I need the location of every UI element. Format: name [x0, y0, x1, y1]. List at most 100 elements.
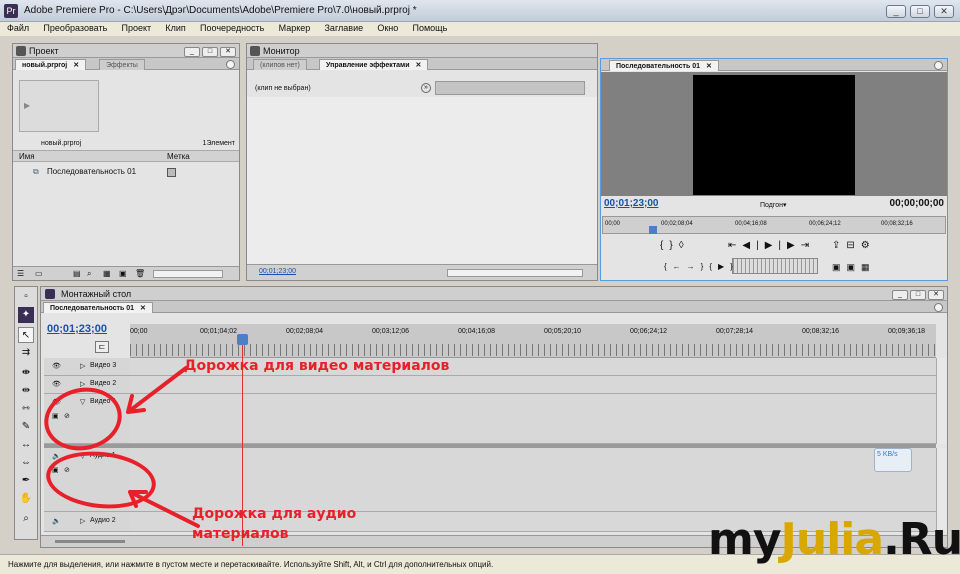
play-icon[interactable]: ▶	[765, 240, 779, 251]
track-header-audio-2[interactable]: 🔈 ▷ Аудио 2	[44, 512, 130, 532]
go-to-in-icon[interactable]: ⇤	[728, 240, 742, 251]
eye-icon[interactable]: 👁	[52, 380, 61, 388]
panel-minimize-button[interactable]: _	[892, 290, 908, 300]
fit-dropdown[interactable]: Подгон▾	[760, 201, 787, 209]
new-item-icon[interactable]: ▣	[119, 269, 127, 278]
close-button[interactable]: ✕	[934, 5, 954, 18]
panel-menu-icon[interactable]: ▫	[18, 289, 34, 305]
ripple-edit-tool-icon[interactable]: ⇼	[18, 365, 34, 381]
tab-effects[interactable]: Эффекты	[99, 59, 145, 70]
jog-shuttle[interactable]	[732, 258, 818, 274]
step-forward-icon[interactable]: |▶	[778, 240, 800, 251]
tab-project[interactable]: новый.prproj ✕	[15, 59, 87, 70]
panel-grip-icon	[16, 46, 26, 56]
col-name[interactable]: Имя	[19, 152, 35, 161]
col-label[interactable]: Метка	[167, 152, 190, 161]
menu-edit[interactable]: Преобразовать	[38, 22, 112, 34]
tab-effect-controls[interactable]: Управление эффектами ✕	[319, 59, 429, 70]
horizontal-scrollbar[interactable]	[447, 269, 583, 277]
mark-out-icon[interactable]: }	[669, 240, 678, 251]
menu-clip[interactable]: Клип	[160, 22, 190, 34]
program-timecode-current[interactable]: 00;01;23;00	[604, 198, 658, 209]
hand-tool-icon[interactable]: ✋	[18, 491, 34, 507]
selection-tool-icon[interactable]: ↖	[18, 327, 34, 343]
panel-close-button[interactable]: ✕	[220, 47, 236, 57]
lift-icon[interactable]: ⇪	[832, 240, 846, 251]
new-bin-icon[interactable]: ▦	[103, 269, 111, 278]
maximize-button[interactable]: □	[910, 5, 930, 18]
eye-icon[interactable]: 👁	[52, 362, 61, 370]
close-icon[interactable]: ✕	[73, 62, 79, 69]
speaker-icon[interactable]: 🔈	[52, 517, 61, 525]
mark-in-icon[interactable]: {	[660, 240, 669, 251]
label-color-swatch[interactable]	[167, 168, 176, 177]
zoom-tool-icon[interactable]: ⌕	[18, 511, 34, 527]
step-back-icon[interactable]: ◀|	[742, 240, 764, 251]
list-view-icon[interactable]: ☰	[17, 269, 24, 278]
menu-sequence[interactable]: Поочередность	[195, 22, 269, 34]
menu-help[interactable]: Помощь	[408, 22, 453, 34]
panel-menu-icon[interactable]	[226, 60, 235, 69]
bin-icon[interactable]: ▤	[73, 269, 81, 278]
go-to-next-edit-icon[interactable]: →}	[687, 262, 710, 271]
menu-file[interactable]: Файл	[2, 22, 34, 34]
mini-timeline[interactable]	[435, 81, 585, 95]
panel-menu-icon[interactable]	[934, 303, 943, 312]
zoom-slider[interactable]	[55, 540, 125, 543]
razor-tool-icon[interactable]: ✎	[18, 419, 34, 435]
icon-view-icon[interactable]: ▭	[35, 269, 43, 278]
tab-sequence-01[interactable]: Последовательность 01 ✕	[609, 60, 719, 71]
close-icon[interactable]: ✕	[706, 63, 712, 70]
trim-icon[interactable]: ▣	[847, 262, 862, 272]
delete-icon[interactable]: 🗑	[135, 269, 145, 278]
slide-tool-icon[interactable]: ⇔	[18, 455, 34, 471]
expand-icon[interactable]: ▷	[80, 517, 85, 525]
rate-stretch-tool-icon[interactable]: ⇿	[18, 401, 34, 417]
menu-window[interactable]: Окно	[372, 22, 403, 34]
marker-icon[interactable]: ◊	[679, 240, 690, 251]
video-scrollbar[interactable]	[936, 358, 946, 444]
timeline-playhead[interactable]	[237, 334, 248, 345]
track-audio-1[interactable]	[130, 448, 936, 512]
close-icon[interactable]: ✕	[416, 62, 422, 69]
menu-marker[interactable]: Маркер	[274, 22, 316, 34]
track-select-tool-icon[interactable]: ⇉	[18, 345, 34, 361]
program-ruler[interactable]: 00;00 00;02;08;04 00;04;16;08 00;06;24;1…	[602, 216, 946, 234]
close-icon[interactable]: ✕	[140, 305, 146, 312]
horizontal-scrollbar[interactable]	[153, 270, 223, 278]
rolling-edit-tool-icon[interactable]: ⇹	[18, 383, 34, 399]
minimize-button[interactable]: _	[886, 5, 906, 18]
pen-tool-icon[interactable]: ✒	[18, 473, 34, 489]
menu-project[interactable]: Проект	[117, 22, 157, 34]
track-header-video-3[interactable]: 👁 ▷ Видео 3	[44, 358, 130, 376]
go-to-out-icon[interactable]: ⇥	[801, 240, 815, 251]
effect-timecode[interactable]: 00;01;23;00	[259, 268, 296, 275]
find-icon[interactable]: ⌕	[87, 269, 91, 279]
panel-close-button[interactable]: ✕	[928, 290, 944, 300]
tab-sequence-01[interactable]: Последовательность 01 ✕	[43, 302, 153, 313]
track-video-2[interactable]	[130, 376, 936, 394]
play-icon[interactable]: ▶	[24, 101, 30, 110]
panel-maximize-button[interactable]: □	[202, 47, 218, 57]
list-item[interactable]: ⧉ Последовательность 01	[33, 167, 136, 177]
slip-tool-icon[interactable]: ↔	[18, 437, 34, 453]
output-icon[interactable]: ▣	[832, 262, 847, 272]
panel-maximize-button[interactable]: □	[910, 290, 926, 300]
multi-camera-icon[interactable]: ▦	[861, 262, 876, 272]
panel-minimize-button[interactable]: _	[184, 47, 200, 57]
expand-icon[interactable]: ▷	[80, 362, 85, 370]
tab-source[interactable]: (клипов нет)	[253, 59, 307, 70]
track-video-1[interactable]	[130, 394, 936, 444]
timeline-ruler[interactable]: 00;00 00;01;04;02 00;02;08;04 00;03;12;0…	[130, 324, 936, 358]
show-timeline-icon[interactable]: »	[421, 83, 431, 93]
menu-title[interactable]: Заглавие	[320, 22, 369, 34]
monitor-panel-title: Монитор	[263, 46, 300, 56]
loop-icon[interactable]: {▶}	[709, 262, 739, 271]
extract-icon[interactable]: ⊟	[846, 240, 860, 251]
go-to-prev-edit-icon[interactable]: {←	[664, 262, 687, 271]
program-playhead[interactable]	[649, 226, 657, 234]
snap-icon[interactable]: ⊏	[95, 341, 109, 353]
timeline-timecode[interactable]: 00;01;23;00	[47, 323, 107, 335]
export-frame-icon[interactable]: ⚙	[861, 240, 876, 251]
panel-menu-icon[interactable]	[934, 61, 943, 70]
